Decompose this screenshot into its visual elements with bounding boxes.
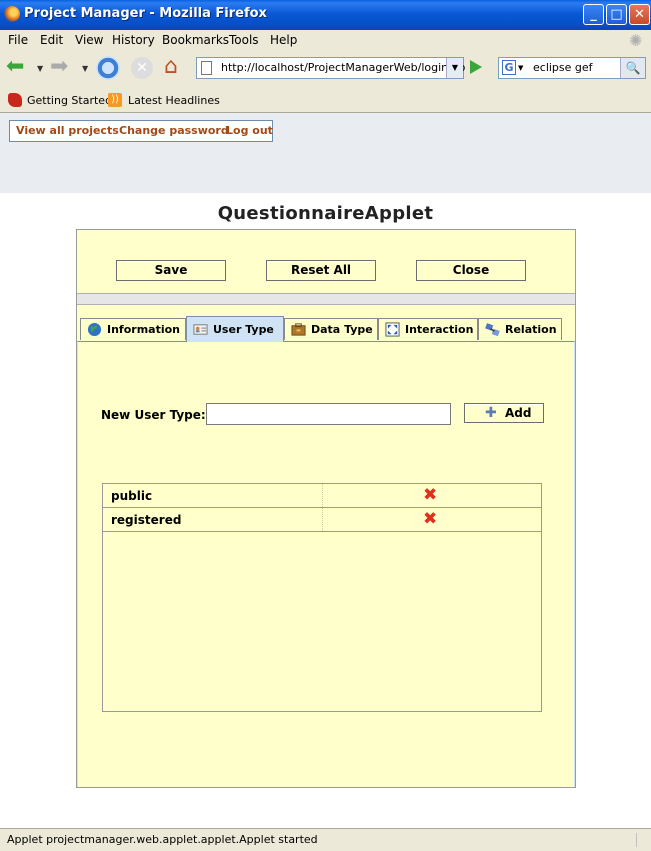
user-type-list: public ✖ registered ✖: [102, 483, 542, 712]
tab-user-type[interactable]: User Type: [186, 316, 284, 342]
tab-relation-label: Relation: [505, 323, 557, 336]
column-separator: [322, 484, 323, 507]
menu-file[interactable]: File: [8, 33, 28, 47]
maximize-button[interactable]: □: [606, 4, 627, 25]
relation-icon: [485, 323, 500, 337]
menu-history[interactable]: History: [112, 33, 155, 47]
url-text[interactable]: http://localhost/ProjectManagerWeb/login…: [221, 61, 465, 74]
page-icon: [201, 61, 212, 75]
menu-bar: File Edit View History Bookmarks Tools H…: [0, 30, 651, 53]
back-dropdown-icon[interactable]: ▼: [37, 64, 43, 73]
close-button[interactable]: Close: [416, 260, 526, 281]
search-engine-dropdown-icon[interactable]: ▼: [518, 64, 523, 72]
tab-user-type-label: User Type: [213, 323, 274, 336]
user-type-name: registered: [111, 513, 182, 527]
getting-started-icon: [8, 93, 22, 107]
plus-icon: ✚: [485, 405, 497, 421]
delete-icon[interactable]: ✖: [423, 487, 437, 504]
add-button-label: Add: [505, 406, 532, 420]
stop-icon[interactable]: ✕: [131, 57, 153, 79]
status-text: Applet projectmanager.web.applet.applet.…: [7, 833, 318, 846]
list-item[interactable]: registered ✖: [103, 508, 541, 532]
user-card-icon: [193, 324, 208, 335]
new-user-type-input[interactable]: [206, 403, 451, 425]
link-log-out[interactable]: Log out: [226, 124, 273, 137]
status-bar: Applet projectmanager.web.applet.applet.…: [0, 828, 651, 851]
window-title: Project Manager - Mozilla Firefox: [24, 6, 267, 21]
bookmark-latest-headlines[interactable]: Latest Headlines: [128, 94, 220, 107]
menu-help[interactable]: Help: [270, 33, 297, 47]
menu-edit[interactable]: Edit: [40, 33, 63, 47]
save-button[interactable]: Save: [116, 260, 226, 281]
delete-icon[interactable]: ✖: [423, 511, 437, 528]
add-user-type-button[interactable]: ✚ Add: [464, 403, 544, 423]
list-item[interactable]: public ✖: [103, 484, 541, 508]
minimize-button[interactable]: _: [583, 4, 604, 25]
briefcase-icon: [291, 323, 306, 336]
tab-relation[interactable]: Relation: [478, 318, 562, 340]
menu-tools[interactable]: Tools: [229, 33, 259, 47]
home-icon[interactable]: ⌂: [164, 56, 178, 78]
forward-arrow-icon[interactable]: ➡: [50, 56, 68, 78]
back-arrow-icon[interactable]: ⬅: [6, 56, 24, 78]
search-input[interactable]: eclipse gef: [533, 61, 593, 74]
globe-icon: [87, 322, 102, 337]
link-view-all-projects[interactable]: View all projects: [16, 124, 119, 137]
throbber-icon: ✺: [629, 31, 643, 50]
reset-all-button[interactable]: Reset All: [266, 260, 376, 281]
tab-data-type[interactable]: Data Type: [284, 318, 378, 340]
magnifier-icon[interactable]: 🔍: [620, 58, 645, 78]
rss-feed-icon: )): [108, 93, 122, 107]
resize-grip-icon[interactable]: [636, 833, 649, 847]
tab-data-type-label: Data Type: [311, 323, 373, 336]
forward-dropdown-icon[interactable]: ▼: [82, 64, 88, 73]
link-change-password[interactable]: Change password: [119, 124, 229, 137]
reload-icon[interactable]: [96, 56, 120, 80]
menu-view[interactable]: View: [75, 33, 103, 47]
search-bar[interactable]: G ▼ eclipse gef 🔍: [498, 57, 646, 79]
search-engine-icon[interactable]: G: [502, 60, 516, 75]
url-dropdown-icon[interactable]: ▼: [446, 58, 463, 78]
window-title-bar: Project Manager - Mozilla Firefox _ □ ✕: [0, 0, 651, 30]
go-arrow-icon[interactable]: [470, 60, 482, 74]
tab-interaction[interactable]: Interaction: [378, 318, 478, 340]
applet-divider: [77, 293, 575, 305]
column-separator: [322, 508, 323, 531]
new-user-type-label: New User Type:: [101, 408, 206, 422]
url-bar[interactable]: http://localhost/ProjectManagerWeb/login…: [196, 57, 465, 79]
tab-interaction-label: Interaction: [405, 323, 474, 336]
expand-arrows-icon: [385, 322, 400, 337]
close-window-button[interactable]: ✕: [629, 4, 650, 25]
applet-title: QuestionnaireApplet: [217, 203, 434, 224]
menu-bookmarks[interactable]: Bookmarks: [162, 33, 229, 47]
bookmark-getting-started[interactable]: Getting Started: [27, 94, 112, 107]
firefox-logo-icon: [4, 6, 20, 22]
user-type-name: public: [111, 489, 153, 503]
tab-information[interactable]: Information: [80, 318, 186, 340]
tab-information-label: Information: [107, 323, 180, 336]
